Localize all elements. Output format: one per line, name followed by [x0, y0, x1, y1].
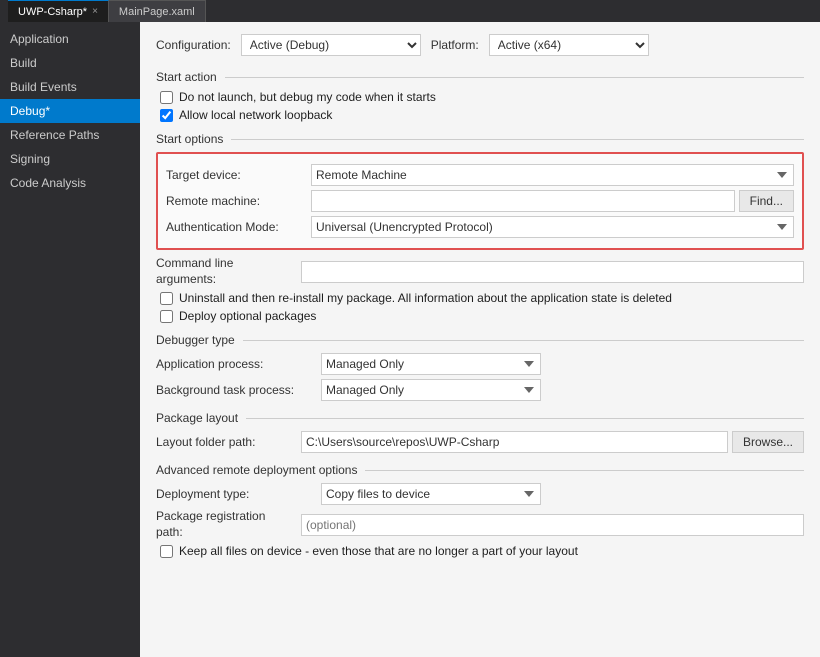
find-button[interactable]: Find...	[739, 190, 794, 212]
tab-mainpage-label: MainPage.xaml	[119, 6, 195, 18]
keep-files-checkbox[interactable]	[160, 545, 173, 558]
advanced-remote-header: Advanced remote deployment options	[156, 463, 804, 477]
auth-mode-row: Authentication Mode: Universal (Unencryp…	[166, 216, 794, 238]
bg-task-select[interactable]: Managed Only Native Only Mixed Script GP…	[321, 379, 541, 401]
sidebar-item-build[interactable]: Build	[0, 51, 140, 75]
sidebar-item-reference-paths[interactable]: Reference Paths	[0, 123, 140, 147]
deploy-optional-checkbox[interactable]	[160, 310, 173, 323]
uninstall-row: Uninstall and then re-install my package…	[156, 291, 804, 305]
browse-button[interactable]: Browse...	[732, 431, 804, 453]
deployment-type-row: Deployment type: Copy files to device Re…	[156, 483, 804, 505]
do-not-launch-row: Do not launch, but debug my code when it…	[156, 90, 804, 104]
deploy-optional-label: Deploy optional packages	[179, 309, 316, 323]
tab-mainpage[interactable]: MainPage.xaml	[109, 0, 206, 22]
start-options-box: Target device: Remote Machine Local Mach…	[156, 152, 804, 250]
cmdline-label: Command linearguments:	[156, 256, 301, 287]
layout-folder-row: Layout folder path: Browse...	[156, 431, 804, 453]
app-process-row: Application process: Managed Only Native…	[156, 353, 804, 375]
configuration-select[interactable]: Active (Debug)	[241, 34, 421, 56]
pkg-reg-row: Package registrationpath:	[156, 509, 804, 540]
auth-mode-select[interactable]: Universal (Unencrypted Protocol) Windows…	[311, 216, 794, 238]
pkg-reg-input[interactable]	[301, 514, 804, 536]
sidebar-item-code-analysis[interactable]: Code Analysis	[0, 171, 140, 195]
cmdline-input[interactable]	[301, 261, 804, 283]
keep-files-row: Keep all files on device - even those th…	[156, 544, 804, 558]
deploy-optional-row: Deploy optional packages	[156, 309, 804, 323]
sidebar-item-build-events[interactable]: Build Events	[0, 75, 140, 99]
deployment-type-label: Deployment type:	[156, 487, 321, 501]
bg-task-row: Background task process: Managed Only Na…	[156, 379, 804, 401]
keep-files-label: Keep all files on device - even those th…	[179, 544, 578, 558]
layout-folder-input[interactable]	[301, 431, 728, 453]
content-area: Configuration: Active (Debug) Platform: …	[140, 22, 820, 657]
uninstall-label: Uninstall and then re-install my package…	[179, 291, 672, 305]
deployment-type-select[interactable]: Copy files to device Register layout fro…	[321, 483, 541, 505]
start-action-header: Start action	[156, 70, 804, 84]
sidebar-item-signing[interactable]: Signing	[0, 147, 140, 171]
tab-close-icon[interactable]: ×	[92, 6, 98, 17]
sidebar-item-application[interactable]: Application	[0, 27, 140, 51]
cmdline-row: Command linearguments:	[156, 256, 804, 287]
allow-loopback-row: Allow local network loopback	[156, 108, 804, 122]
target-device-label: Target device:	[166, 168, 311, 182]
uninstall-checkbox[interactable]	[160, 292, 173, 305]
configuration-label: Configuration:	[156, 38, 231, 52]
app-process-select[interactable]: Managed Only Native Only Mixed Script GP…	[321, 353, 541, 375]
do-not-launch-label: Do not launch, but debug my code when it…	[179, 90, 436, 104]
pkg-reg-label: Package registrationpath:	[156, 509, 301, 540]
platform-label: Platform:	[431, 38, 479, 52]
do-not-launch-checkbox[interactable]	[160, 91, 173, 104]
start-options-header: Start options	[156, 132, 804, 146]
title-bar: UWP-Csharp* × MainPage.xaml	[0, 0, 820, 22]
tab-strip: UWP-Csharp* × MainPage.xaml	[8, 0, 206, 22]
main-container: Application Build Build Events Debug* Re…	[0, 22, 820, 657]
remote-machine-input[interactable]	[311, 190, 735, 212]
platform-select[interactable]: Active (x64)	[489, 34, 649, 56]
remote-machine-row: Remote machine: Find...	[166, 190, 794, 212]
package-layout-header: Package layout	[156, 411, 804, 425]
allow-loopback-label: Allow local network loopback	[179, 108, 332, 122]
tab-uwp-csharp[interactable]: UWP-Csharp* ×	[8, 0, 109, 22]
config-platform-row: Configuration: Active (Debug) Platform: …	[156, 34, 804, 56]
target-device-row: Target device: Remote Machine Local Mach…	[166, 164, 794, 186]
allow-loopback-checkbox[interactable]	[160, 109, 173, 122]
app-process-label: Application process:	[156, 357, 321, 371]
sidebar: Application Build Build Events Debug* Re…	[0, 22, 140, 657]
target-device-select[interactable]: Remote Machine Local Machine Device Simu…	[311, 164, 794, 186]
remote-machine-label: Remote machine:	[166, 194, 311, 208]
bg-task-label: Background task process:	[156, 383, 321, 397]
layout-folder-label: Layout folder path:	[156, 435, 301, 449]
auth-mode-label: Authentication Mode:	[166, 220, 311, 234]
debugger-type-header: Debugger type	[156, 333, 804, 347]
tab-uwp-label: UWP-Csharp*	[18, 6, 87, 18]
sidebar-item-debug[interactable]: Debug*	[0, 99, 140, 123]
